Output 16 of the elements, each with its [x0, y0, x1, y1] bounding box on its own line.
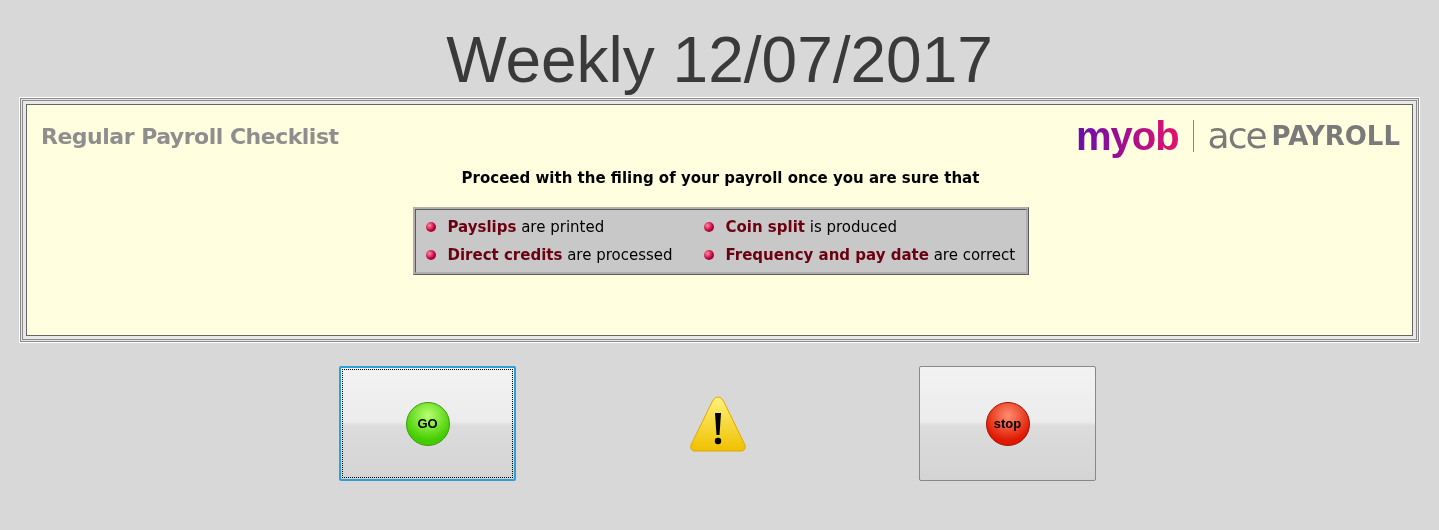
checklist-item: Direct credits are processed [447, 246, 673, 264]
bullet-icon [703, 222, 714, 232]
bullet-icon [425, 250, 436, 260]
warning-icon [689, 394, 747, 453]
checklist-item: Coin split is produced [725, 218, 898, 236]
panel-heading: Regular Payroll Checklist [41, 123, 339, 149]
logo-product: ace [1207, 114, 1266, 158]
go-button[interactable]: GO [339, 366, 516, 481]
bullet-icon [703, 250, 714, 260]
stop-button[interactable]: stop [919, 366, 1096, 481]
checklist-item: Payslips are printed [447, 218, 605, 236]
page-title: Weekly 12/07/2017 [445, 23, 994, 98]
logo-suffix: PAYROLL [1271, 120, 1400, 153]
bullet-icon [425, 222, 436, 232]
intro-text: Proceed with the filing of your payroll once you are sure that [460, 169, 981, 187]
checklist-item: Frequency and pay date are correct [725, 246, 1016, 264]
